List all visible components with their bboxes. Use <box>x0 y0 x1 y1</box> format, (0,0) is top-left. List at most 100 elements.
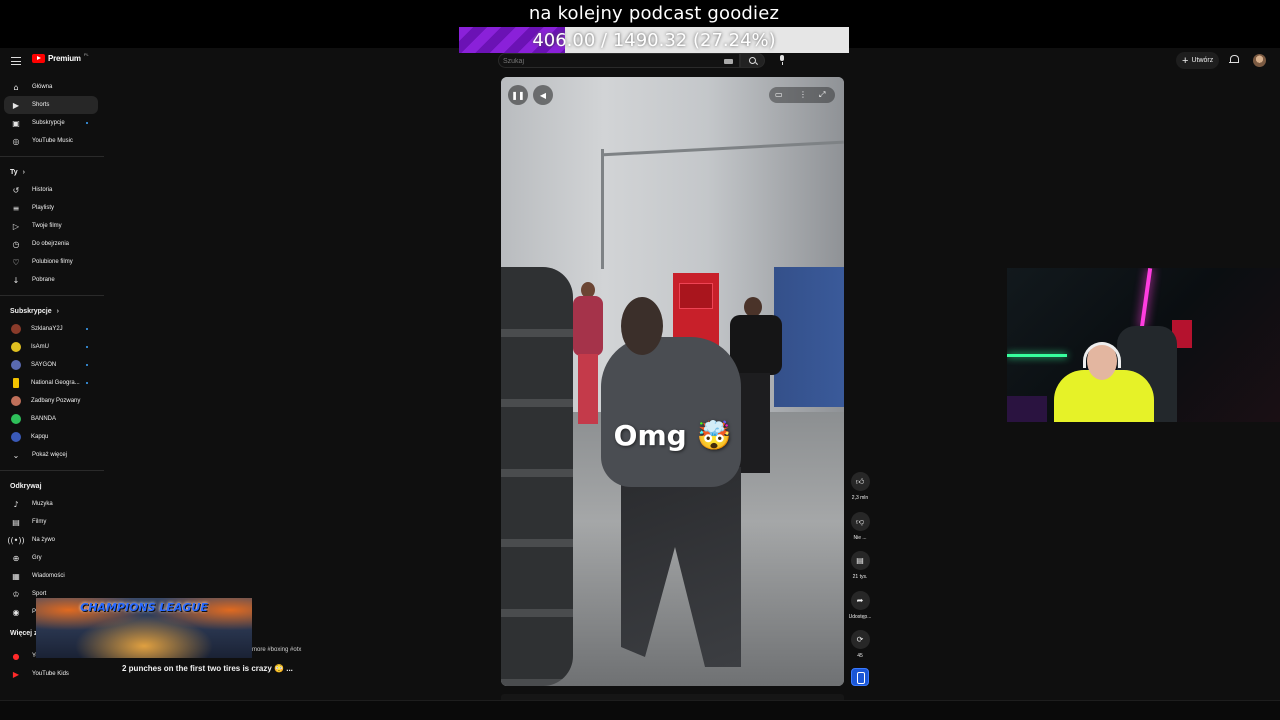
fullscreen-icon[interactable]: ⤢ <box>819 90 825 100</box>
hamburger-menu-icon[interactable] <box>11 57 21 65</box>
sidebar-section-subscriptions[interactable]: Subskrypcje › <box>0 302 104 320</box>
logo-country: PL <box>83 52 89 57</box>
channel-avatar <box>11 414 21 424</box>
notifications-bell-icon[interactable] <box>1229 55 1239 65</box>
account-avatar[interactable] <box>1253 54 1266 67</box>
sidebar-channel[interactable]: Kapqu <box>4 428 98 446</box>
comments-button[interactable]: ▤ 21 tys. <box>846 551 874 580</box>
subscriptions-icon: ▣ <box>12 118 20 128</box>
keyboard-icon[interactable] <box>724 59 733 64</box>
sidebar-item-films[interactable]: ▤ Filmy <box>4 513 98 531</box>
logo-text: Premium <box>48 54 81 63</box>
sidebar-section-explore: Odkrywaj <box>0 477 104 495</box>
sidebar-item-live[interactable]: ((•)) Na żywo <box>4 531 98 549</box>
sidebar-item-label: YouTube Kids <box>32 671 69 677</box>
sidebar-channel[interactable]: BANNDA <box>4 410 98 428</box>
sidebar-item-playlists[interactable]: ≡ Playlisty <box>4 199 98 217</box>
sidebar-item-label: Subskrypcje <box>32 120 65 126</box>
sidebar-item-youtube-music[interactable]: ◎ YouTube Music <box>4 132 98 150</box>
sidebar-item-yt-kids[interactable]: ▶ YouTube Kids <box>4 665 98 683</box>
sidebar-item-label: Do obejrzenia <box>32 241 70 247</box>
plus-icon: + <box>1182 54 1189 67</box>
sidebar-item-liked[interactable]: ♡ Polubione filmy <box>4 253 98 271</box>
your-videos-icon: ▷ <box>12 221 20 231</box>
video-scene-pipe <box>601 149 604 269</box>
streamer-webcam <box>1007 268 1280 422</box>
sidebar-item-home[interactable]: ⌂ Główna <box>4 78 98 96</box>
captions-icon[interactable]: ▭ <box>775 90 783 99</box>
sidebar-channel[interactable]: IsAmU <box>4 338 98 356</box>
search-icon <box>749 57 756 64</box>
video-scene-fighter <box>601 297 741 677</box>
thumbs-down-icon: 👎︎ <box>850 512 870 531</box>
new-content-dot <box>86 122 88 124</box>
stream-title: na kolejny podcast goodiez <box>528 3 780 24</box>
home-icon: ⌂ <box>13 82 19 92</box>
sidebar-channel[interactable]: SzklanaY2J <box>4 320 98 338</box>
search-input[interactable] <box>503 55 703 67</box>
youtube-music-icon: ● <box>12 651 20 661</box>
volume-icon[interactable]: ◀ <box>533 85 553 105</box>
sidebar-item-music[interactable]: ♪ Muzyka <box>4 495 98 513</box>
share-button[interactable]: ➦ Udostęp... <box>846 591 874 620</box>
youtube-kids-icon: ▶ <box>12 669 20 679</box>
channel-avatar <box>13 378 19 388</box>
channel-avatar <box>11 432 21 442</box>
sidebar-item-your-videos[interactable]: ▷ Twoje filmy <box>4 217 98 235</box>
live-icon: ((•)) <box>7 535 25 545</box>
new-content-dot <box>86 346 88 348</box>
sidebar-channel[interactable]: Zadbany Pozwany <box>4 392 98 410</box>
sidebar-channel[interactable]: National Geogra... <box>4 374 98 392</box>
sidebar-section-you[interactable]: Ty › <box>0 163 104 181</box>
search-button[interactable] <box>740 53 765 68</box>
channel-name: SAYGON <box>31 362 57 368</box>
shorts-video-player[interactable]: Omg 🤯 ❚❚ ◀ ▭ ⋮ ⤢ <box>501 77 844 686</box>
youtube-play-icon <box>32 54 45 63</box>
channel-avatar <box>11 396 21 406</box>
create-label: Utwórz <box>1191 57 1214 64</box>
news-icon: ▦ <box>12 571 20 581</box>
sidebar-item-news[interactable]: ▦ Wiadomości <box>4 567 98 585</box>
music-icon: ◎ <box>12 136 20 146</box>
like-count: 2,3 mln <box>851 495 869 501</box>
microphone-icon[interactable] <box>779 55 785 65</box>
share-label: Udostęp... <box>848 614 872 620</box>
sidebar-channel[interactable]: SAYGON <box>4 356 98 374</box>
chevron-down-icon: ⌄ <box>12 450 20 460</box>
sidebar-item-history[interactable]: ↺ Historia <box>4 181 98 199</box>
sidebar-item-label: Na żywo <box>32 537 56 543</box>
remix-button[interactable]: ⟳ 45 <box>846 630 874 659</box>
section-title: Subskrypcje <box>10 307 52 315</box>
create-button[interactable]: + Utwórz <box>1176 52 1220 69</box>
video-scene-tires <box>501 267 573 686</box>
sidebar-item-gaming[interactable]: ⊕ Gry <box>4 549 98 567</box>
liked-icon: ♡ <box>12 257 20 267</box>
sound-thumbnail[interactable] <box>851 668 869 686</box>
comment-count: 21 tys. <box>852 574 868 580</box>
sidebar-item-label: Playlisty <box>32 205 55 211</box>
video-title: 2 punches on the first two tires is craz… <box>122 664 293 673</box>
pause-icon[interactable]: ❚❚ <box>508 85 528 105</box>
sidebar-item-subscriptions[interactable]: ▣ Subskrypcje <box>4 114 98 132</box>
new-content-dot <box>86 328 88 330</box>
sidebar-show-more[interactable]: ⌄ Pokaż więcej <box>4 446 98 464</box>
section-title: Ty <box>10 168 18 176</box>
like-button[interactable]: 👍︎ 2,3 mln <box>846 472 874 501</box>
more-options-icon[interactable]: ⋮ <box>799 90 807 99</box>
channel-name: SzklanaY2J <box>31 326 63 332</box>
search-box <box>498 53 740 68</box>
sidebar-item-watch-later[interactable]: ◷ Do obejrzenia <box>4 235 98 253</box>
remix-count: 45 <box>857 653 863 659</box>
history-icon: ↺ <box>12 185 20 195</box>
video-caption: Omg 🤯 <box>613 419 732 452</box>
video-hashtags[interactable]: more #boxing #otx <box>252 647 301 653</box>
youtube-premium-logo[interactable]: Premium PL <box>32 52 89 63</box>
film-icon: ▤ <box>12 517 20 527</box>
channel-name: Kapqu <box>31 434 49 440</box>
dislike-button[interactable]: 👎︎ Nie ... <box>846 512 874 541</box>
thumbs-up-icon: 👍︎ <box>850 472 870 491</box>
playlists-icon: ≡ <box>12 203 20 213</box>
sidebar-item-shorts[interactable]: ▶ Shorts <box>4 96 98 114</box>
podcast-icon: ◉ <box>12 607 20 617</box>
sidebar-item-downloads[interactable]: ↓ Pobrane <box>4 271 98 289</box>
